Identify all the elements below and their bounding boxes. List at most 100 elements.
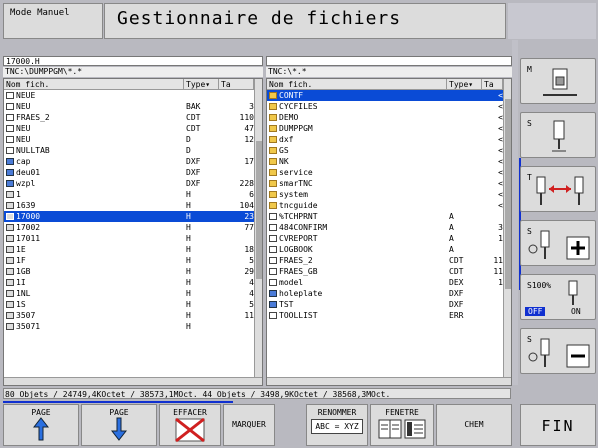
file-row[interactable]: 1I H 4 xyxy=(4,277,262,288)
file-row[interactable]: GS < xyxy=(267,145,511,156)
file-row[interactable]: TST DXF xyxy=(267,299,511,310)
left-horizontal-scrollbar[interactable] xyxy=(4,377,262,385)
file-row[interactable]: CONTF < xyxy=(267,90,511,101)
left-current-file: 17000.H xyxy=(3,56,263,66)
file-row[interactable]: 1S H 5 xyxy=(4,299,262,310)
file-row[interactable]: CYCFILES < xyxy=(267,101,511,112)
file-row[interactable]: holeplate DXF xyxy=(267,288,511,299)
right-scroll-thumb[interactable] xyxy=(505,99,511,289)
file-row[interactable]: DEMO < xyxy=(267,112,511,123)
fin-button[interactable]: FIN xyxy=(520,404,596,446)
file-row[interactable]: 1NL H 4 xyxy=(4,288,262,299)
file-row[interactable]: NEU CDT 47 xyxy=(4,123,262,134)
file-row[interactable]: deu01 DXF xyxy=(4,167,262,178)
file-row[interactable]: %TCHPRNT A xyxy=(267,211,511,222)
path-button[interactable]: CHEM xyxy=(436,404,512,446)
file-row[interactable]: DUMPPGM < xyxy=(267,123,511,134)
file-size: 11 xyxy=(493,256,503,265)
column-type[interactable]: Type▾ xyxy=(447,79,482,89)
file-row[interactable]: NK < xyxy=(267,156,511,167)
file-icon xyxy=(6,125,14,132)
file-size xyxy=(219,90,254,101)
file-type: D xyxy=(186,146,191,155)
file-row[interactable]: 17002 H 77 xyxy=(4,222,262,233)
file-row[interactable]: TOOLLIST ERR xyxy=(267,310,511,321)
file-row[interactable]: 1GB H 29 xyxy=(4,266,262,277)
file-row[interactable]: 35071 H xyxy=(4,321,262,332)
file-row[interactable]: tncguide < xyxy=(267,200,511,211)
file-row[interactable]: 17011 H xyxy=(4,233,262,244)
folder-icon xyxy=(269,92,277,99)
file-row[interactable]: NULLTAB D xyxy=(4,145,262,156)
file-name: 35071 xyxy=(4,321,184,332)
left-vertical-scrollbar[interactable] xyxy=(254,79,262,377)
file-size: 23 xyxy=(244,212,254,221)
file-icon xyxy=(6,202,14,209)
file-row[interactable]: smarTNC < xyxy=(267,178,511,189)
softkey-tool-change[interactable]: T xyxy=(520,166,596,212)
file-row[interactable]: FRAES_2 CDT 11 xyxy=(267,255,511,266)
file-row[interactable]: 484CONFIRM A 3 xyxy=(267,222,511,233)
file-row[interactable]: cap DXF 17 xyxy=(4,156,262,167)
file-type: H xyxy=(186,322,191,331)
override-off-label[interactable]: OFF xyxy=(525,307,546,316)
file-name: 17000 xyxy=(4,211,184,222)
column-size[interactable]: Ta xyxy=(482,79,503,89)
override-on-label[interactable]: ON xyxy=(571,307,581,316)
rename-button[interactable]: RENOMMER ABC = XYZ xyxy=(306,404,368,446)
file-row[interactable]: system < xyxy=(267,189,511,200)
folder-icon xyxy=(269,114,277,121)
window-button[interactable]: FENETRE xyxy=(370,404,434,446)
file-type: DXF xyxy=(186,168,201,177)
file-row[interactable]: 1E H 18 xyxy=(4,244,262,255)
column-type[interactable]: Type▾ xyxy=(184,79,219,89)
file-name-text: DUMPPGM xyxy=(279,124,313,133)
file-row[interactable]: 1639 H 104 xyxy=(4,200,262,211)
top-right-area xyxy=(508,3,596,39)
softkey-spindle-plus[interactable]: S xyxy=(520,220,596,266)
right-vertical-scrollbar[interactable] xyxy=(503,79,511,377)
file-row[interactable]: CVREPORT A 1 xyxy=(267,233,511,244)
file-row[interactable]: wzpl DXF 228 xyxy=(4,178,262,189)
mode-indicator: Mode Manuel xyxy=(3,3,103,39)
file-row[interactable]: 1 H 6 xyxy=(4,189,262,200)
file-icon xyxy=(269,268,277,275)
file-row[interactable]: model DEX 1 xyxy=(267,277,511,288)
file-row[interactable]: service < xyxy=(267,167,511,178)
mark-button[interactable]: MARQUER xyxy=(223,404,275,446)
file-row[interactable]: 17000 H 23 xyxy=(4,211,262,222)
softkey-spindle-minus[interactable]: S xyxy=(520,328,596,374)
softkey-spindle[interactable]: S xyxy=(520,112,596,158)
file-row[interactable]: NEU BAK 3 xyxy=(4,101,262,112)
file-icon xyxy=(6,246,14,253)
file-size xyxy=(219,167,254,178)
file-row[interactable]: 1F H 5 xyxy=(4,255,262,266)
column-size[interactable]: Ta xyxy=(219,79,254,89)
file-row[interactable]: FRAES_GB CDT 11 xyxy=(267,266,511,277)
file-icon xyxy=(6,191,14,198)
file-row[interactable]: NEU D 12 xyxy=(4,134,262,145)
softkey-m-function[interactable]: M xyxy=(520,58,596,104)
file-name: FRAES_GB xyxy=(267,266,447,277)
file-row[interactable]: LOGBOOK A xyxy=(267,244,511,255)
delete-button[interactable]: EFFACER xyxy=(159,404,221,446)
file-name-text: smarTNC xyxy=(279,179,313,188)
file-size xyxy=(482,299,503,310)
file-row[interactable]: 3507 H 11 xyxy=(4,310,262,321)
column-name[interactable]: Nom fich. xyxy=(4,79,184,89)
file-icon xyxy=(6,147,14,154)
left-scroll-thumb[interactable] xyxy=(256,141,262,279)
softkey-spindle-override[interactable]: S100% OFF ON xyxy=(520,274,596,320)
column-name[interactable]: Nom fich. xyxy=(267,79,447,89)
page-up-button[interactable]: PAGE xyxy=(3,404,79,446)
file-name: TOOLLIST xyxy=(267,310,447,321)
file-name-text: cap xyxy=(16,157,31,166)
page-down-button[interactable]: PAGE xyxy=(81,404,157,446)
file-row[interactable]: dxf < xyxy=(267,134,511,145)
left-file-list[interactable]: Nom fich. Type▾ Ta NEUE NEU BAK 3 FRAES_2 CDT… xyxy=(3,78,263,386)
file-row[interactable]: FRAES_2 CDT 110 xyxy=(4,112,262,123)
file-size: < xyxy=(498,179,503,188)
right-horizontal-scrollbar[interactable] xyxy=(267,377,511,385)
right-file-list[interactable]: Nom fich. Type▾ Ta CONTF < CYCFILES < DEMO < D… xyxy=(266,78,512,386)
file-row[interactable]: NEUE xyxy=(4,90,262,101)
